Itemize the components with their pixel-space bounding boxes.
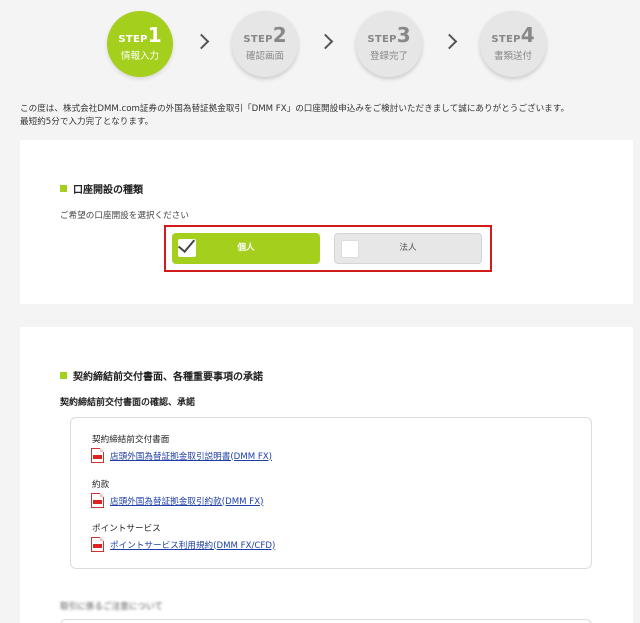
option-individual-label: 個人 bbox=[237, 243, 255, 253]
intro-line-2: 最短約5分で入力完了となります。 bbox=[20, 117, 154, 127]
doc-label-pre-contract: 契約締結前交付書面 bbox=[92, 435, 170, 445]
step-label: 登録完了 bbox=[369, 51, 408, 62]
section-title-text: 契約締結前交付書面、各種重要事項の承諾 bbox=[73, 372, 263, 383]
intro-text: この度は、株式会社DMM.com証券の外国為替証拠金取引「DMM FX」の口座開… bbox=[20, 103, 630, 129]
step-number: 2 bbox=[272, 23, 287, 47]
step-4: STEP4 書類送付 bbox=[480, 11, 546, 77]
bullet-square-icon bbox=[60, 185, 67, 192]
trading-notice-box bbox=[60, 619, 592, 623]
pdf-icon bbox=[91, 493, 104, 508]
step-word: STEP bbox=[367, 34, 397, 45]
step-word: STEP bbox=[491, 34, 521, 45]
step-1: STEP1 情報入力 bbox=[107, 11, 173, 77]
doc-link-fx-terms[interactable]: 店頭外国為替証拠金取引約款(DMM FX) bbox=[91, 493, 263, 508]
pdf-icon bbox=[91, 537, 104, 552]
account-type-selector: 個人 法人 bbox=[164, 225, 492, 272]
step-label: 情報入力 bbox=[120, 51, 159, 62]
step-number: 1 bbox=[147, 23, 162, 47]
step-progress: STEP1 情報入力 STEP2 確認画面 STEP3 登録完了 STEP4 書… bbox=[0, 9, 640, 79]
doc-link-fx-explanation[interactable]: 店頭外国為替証拠金取引説明書(DMM FX) bbox=[91, 448, 272, 463]
step-label: 確認画面 bbox=[245, 51, 284, 62]
option-corporate-label: 法人 bbox=[399, 243, 417, 253]
checkbox-checked[interactable] bbox=[177, 234, 196, 257]
option-corporate-button[interactable]: 法人 bbox=[334, 233, 482, 264]
step-3: STEP3 登録完了 bbox=[356, 11, 422, 77]
chevron-right-icon bbox=[317, 33, 334, 50]
section-title-text: 口座開設の種類 bbox=[73, 185, 143, 196]
pdf-icon bbox=[91, 448, 104, 463]
option-individual-button[interactable]: 個人 bbox=[172, 233, 320, 264]
contract-card: 契約締結前交付書面、各種重要事項の承諾 契約締結前交付書面の確認、承諾 契約締結… bbox=[20, 327, 633, 623]
checkmark-icon bbox=[177, 234, 196, 254]
step-word: STEP bbox=[118, 34, 148, 45]
document-list-box: 契約締結前交付書面 店頭外国為替証拠金取引説明書(DMM FX) 約款 店頭外国… bbox=[70, 417, 592, 569]
bullet-square-icon bbox=[60, 372, 67, 379]
step-2: STEP2 確認画面 bbox=[232, 11, 298, 77]
doc-label-terms: 約款 bbox=[92, 480, 110, 490]
step-number: 4 bbox=[520, 23, 535, 47]
contract-subhead: 契約締結前交付書面の確認、承諾 bbox=[60, 398, 196, 408]
doc-link-text[interactable]: 店頭外国為替証拠金取引約款(DMM FX) bbox=[110, 495, 263, 507]
step-word: STEP bbox=[243, 34, 273, 45]
account-type-card: 口座開設の種類 ご希望の口座開設を選択ください 個人 法人 bbox=[20, 140, 633, 304]
doc-link-text[interactable]: ポイントサービス利用規約(DMM FX/CFD) bbox=[110, 539, 275, 551]
trading-notice-heading: 取引に係るご注意について bbox=[60, 602, 163, 612]
chevron-right-icon bbox=[193, 33, 210, 50]
account-type-prompt: ご希望の口座開設を選択ください bbox=[60, 211, 189, 221]
doc-link-point-terms[interactable]: ポイントサービス利用規約(DMM FX/CFD) bbox=[91, 537, 275, 552]
intro-line-1: この度は、株式会社DMM.com証券の外国為替証拠金取引「DMM FX」の口座開… bbox=[20, 104, 570, 114]
doc-label-point-service: ポイントサービス bbox=[92, 524, 161, 534]
doc-link-text[interactable]: 店頭外国為替証拠金取引説明書(DMM FX) bbox=[110, 450, 272, 462]
step-number: 3 bbox=[396, 23, 411, 47]
chevron-right-icon bbox=[441, 33, 458, 50]
checkbox-unchecked[interactable] bbox=[341, 240, 359, 258]
section-title-contract: 契約締結前交付書面、各種重要事項の承諾 bbox=[60, 368, 263, 383]
section-title-account-type: 口座開設の種類 bbox=[60, 181, 143, 196]
step-label: 書類送付 bbox=[493, 51, 532, 62]
